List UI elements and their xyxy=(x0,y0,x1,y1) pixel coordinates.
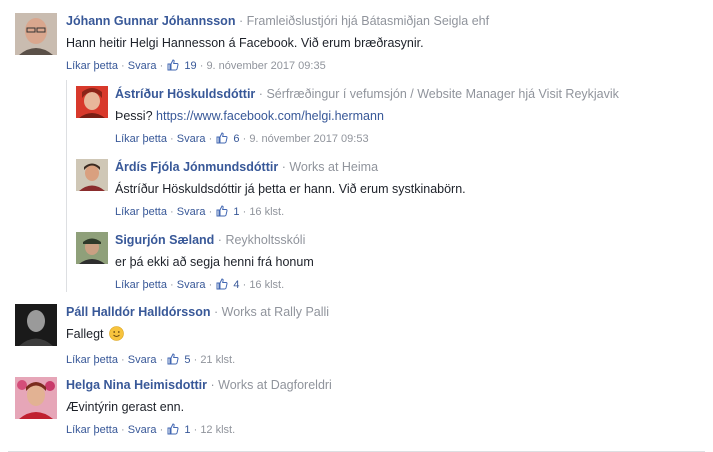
timestamp[interactable]: 16 klst. xyxy=(249,206,284,218)
reply-button[interactable]: Svara xyxy=(177,133,206,145)
comment-actions: Líkar þetta · Svara · 1 · 16 klst. xyxy=(115,205,466,221)
commenter-name[interactable]: Árdís Fjóla Jónmundsdóttir xyxy=(115,160,278,174)
reply-button[interactable]: Svara xyxy=(128,60,157,72)
avatar[interactable] xyxy=(76,86,108,118)
comment-text: er þá ekki að segja henni frá honum xyxy=(115,255,314,269)
separator: · xyxy=(213,305,219,319)
comment-text-prefix: Þessi? xyxy=(115,109,153,123)
commenter-name[interactable]: Ástríður Höskuldsdóttir xyxy=(115,87,255,101)
comment-actions: Líkar þetta · Svara · 5 · 21 klst. xyxy=(66,353,329,369)
commenter-name[interactable]: Helga Nina Heimisdottir xyxy=(66,378,207,392)
commenter-work: Framleiðslustjóri hjá Bátasmiðjan Seigla… xyxy=(246,14,490,28)
like-button[interactable]: Líkar þetta xyxy=(115,206,167,218)
like-button[interactable]: Líkar þetta xyxy=(66,354,118,366)
like-count[interactable]: 1 xyxy=(184,424,190,436)
thumbs-up-icon[interactable] xyxy=(167,423,179,439)
like-button[interactable]: Líkar þetta xyxy=(115,279,167,291)
like-count[interactable]: 4 xyxy=(233,279,239,291)
thumbs-up-icon[interactable] xyxy=(216,205,228,221)
separator: · xyxy=(210,378,215,392)
commenter-work: Reykholtsskóli xyxy=(225,233,306,247)
like-count[interactable]: 1 xyxy=(233,206,239,218)
separator: · xyxy=(193,424,198,436)
separator: · xyxy=(242,206,247,218)
thumbs-up-icon[interactable] xyxy=(216,132,228,148)
separator: · xyxy=(170,279,174,291)
commenter-name[interactable]: Páll Halldór Halldórsson xyxy=(66,305,210,319)
separator: · xyxy=(242,133,247,145)
separator: · xyxy=(121,424,125,436)
like-button[interactable]: Líkar þetta xyxy=(115,133,167,145)
comment-text: Hann heitir Helgi Hannesson á Facebook. … xyxy=(66,36,424,50)
commenter-work: Sérfræðingur í vefumsjón / Website Manag… xyxy=(266,87,619,101)
separator: · xyxy=(193,354,198,366)
like-count[interactable]: 19 xyxy=(184,60,196,72)
comment-actions: Líkar þetta · Svara · 6 · 9. nóvember 20… xyxy=(115,132,619,148)
separator: · xyxy=(258,87,263,101)
separator: · xyxy=(121,60,125,72)
like-count[interactable]: 5 xyxy=(184,354,190,366)
comment-text: Fallegt xyxy=(66,326,329,345)
comment-actions: Líkar þetta · Svara · 1 · 12 klst. xyxy=(66,423,332,439)
reply-button[interactable]: Svara xyxy=(128,354,157,366)
comment-actions: Líkar þetta · Svara · 19 · 9. nóvember 2… xyxy=(66,59,489,75)
commenter-name[interactable]: Sigurjón Sæland xyxy=(115,233,214,247)
separator: · xyxy=(170,133,174,145)
separator: · xyxy=(170,206,174,218)
timestamp[interactable]: 21 klst. xyxy=(200,354,235,366)
separator: · xyxy=(242,279,247,291)
reply-button[interactable]: Svara xyxy=(177,206,206,218)
avatar[interactable] xyxy=(76,159,108,191)
timestamp[interactable]: 9. nóvember 2017 09:53 xyxy=(249,133,368,145)
smiley-emoji-icon xyxy=(109,326,124,345)
commenter-work: Works at Rally Palli xyxy=(221,305,330,319)
separator: · xyxy=(159,354,164,366)
comment-text: Ástríður Höskuldsdóttir já þetta er hann… xyxy=(115,182,466,196)
separator: · xyxy=(121,354,125,366)
comment-text-body: Fallegt xyxy=(66,327,104,341)
thumbs-up-icon[interactable] xyxy=(167,353,179,369)
like-button[interactable]: Líkar þetta xyxy=(66,60,118,72)
comment-link[interactable]: https://www.facebook.com/helgi.hermann xyxy=(156,109,384,123)
separator: · xyxy=(208,279,213,291)
avatar[interactable] xyxy=(15,304,57,346)
avatar[interactable] xyxy=(15,377,57,419)
comment-text: Ævintýrin gerast enn. xyxy=(66,400,185,414)
timestamp[interactable]: 12 klst. xyxy=(200,424,235,436)
commenter-work: Works at Heima xyxy=(289,160,379,174)
like-count[interactable]: 6 xyxy=(233,133,239,145)
separator: · xyxy=(199,60,204,72)
commenter-name[interactable]: Jóhann Gunnar Jóhannsson xyxy=(66,14,235,28)
separator: · xyxy=(159,424,164,436)
separator: · xyxy=(217,233,222,247)
thumbs-up-icon[interactable] xyxy=(167,59,179,75)
avatar[interactable] xyxy=(76,232,108,264)
separator: · xyxy=(208,206,213,218)
separator: · xyxy=(238,14,244,28)
timestamp[interactable]: 9. nóvember 2017 09:35 xyxy=(206,60,325,72)
thumbs-up-icon[interactable] xyxy=(216,278,228,294)
separator: · xyxy=(281,160,286,174)
comment-actions: Líkar þetta · Svara · 4 · 16 klst. xyxy=(115,278,314,294)
commenter-work: Works at Dagforeldri xyxy=(218,378,332,392)
comment-text: Þessi? https://www.facebook.com/helgi.he… xyxy=(115,108,619,124)
avatar[interactable] xyxy=(15,13,57,55)
reply-button[interactable]: Svara xyxy=(128,424,157,436)
separator: · xyxy=(208,133,213,145)
reply-thread-line xyxy=(66,80,67,292)
like-button[interactable]: Líkar þetta xyxy=(66,424,118,436)
reply-button[interactable]: Svara xyxy=(177,279,206,291)
separator: · xyxy=(159,60,164,72)
timestamp[interactable]: 16 klst. xyxy=(249,279,284,291)
